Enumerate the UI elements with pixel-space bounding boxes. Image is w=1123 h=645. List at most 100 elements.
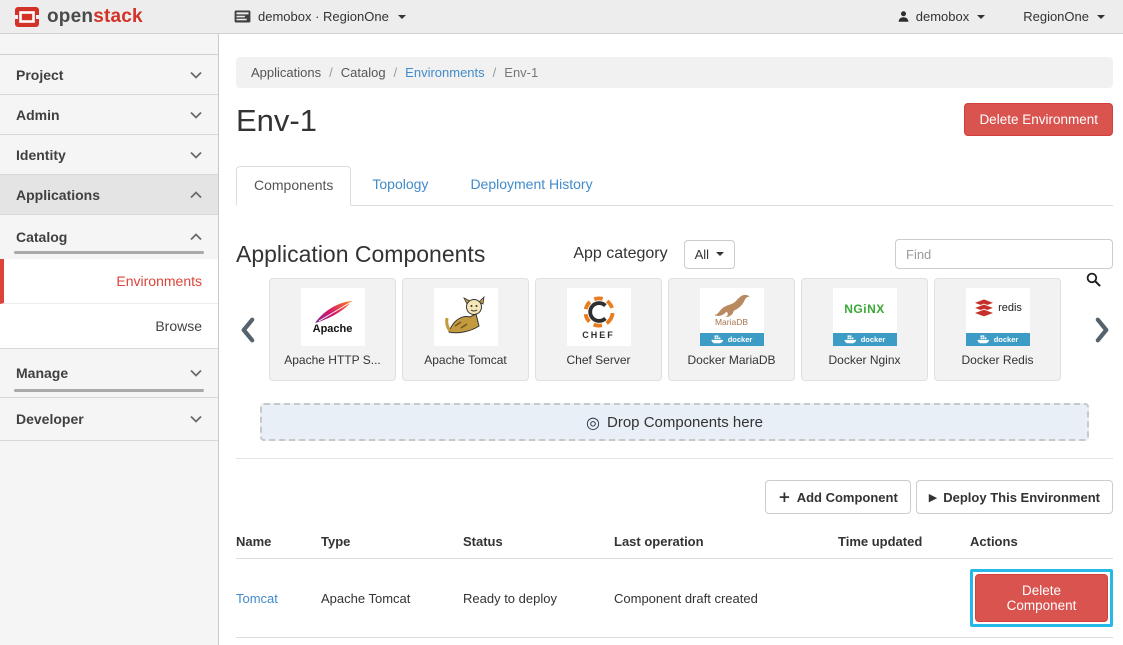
nginx-logo: NGiNX docker	[833, 288, 897, 346]
tab-topology[interactable]: Topology	[351, 166, 449, 205]
add-component-label: Add Component	[797, 490, 898, 505]
delete-environment-button[interactable]: Delete Environment	[964, 103, 1113, 136]
app-category-label: App category	[573, 245, 667, 263]
chevron-down-icon	[190, 151, 202, 159]
sidebar-item-label: Manage	[16, 365, 68, 381]
chef-logo: CHEF	[567, 288, 631, 346]
mariadb-wordmark: MariaDB	[715, 317, 748, 327]
table-row: Tomcat Apache Tomcat Ready to deploy Com…	[236, 559, 1113, 638]
component-tile-docker-redis[interactable]: redis docker Docker Redis	[934, 278, 1061, 381]
sidebar-item-label: Project	[16, 67, 63, 83]
column-header-actions: Actions	[970, 524, 1113, 559]
sidebar-item-label: Applications	[16, 187, 100, 203]
region-label: RegionOne	[1023, 9, 1089, 24]
search-icon[interactable]	[1086, 272, 1101, 287]
openstack-logo-icon	[14, 6, 40, 28]
sidebar-item-manage[interactable]: Manage	[0, 349, 218, 397]
domain-icon	[234, 10, 251, 23]
apache-wordmark: Apache	[313, 323, 353, 335]
deploy-label: Deploy This Environment	[943, 490, 1100, 505]
components-table: Name Type Status Last operation Time upd…	[236, 524, 1113, 638]
breadcrumb-environments-link[interactable]: Environments	[405, 65, 484, 80]
dropzone-label: Drop Components here	[607, 414, 763, 431]
section-heading: Application Components	[236, 241, 485, 268]
sidebar-item-identity[interactable]: Identity	[0, 135, 218, 175]
user-menu[interactable]: demobox	[897, 9, 985, 24]
carousel-prev-button[interactable]	[236, 316, 258, 344]
component-status: Ready to deploy	[463, 559, 614, 638]
context-label: demobox · RegionOne	[258, 9, 389, 24]
sidebar: Project Admin Identity Applications Cata…	[0, 34, 219, 645]
component-tile-apache-tomcat[interactable]: Apache Tomcat	[402, 278, 529, 381]
catalog-underline	[14, 251, 204, 254]
redis-wordmark: redis	[998, 302, 1022, 314]
drop-components-zone[interactable]: ◎ Drop Components here	[260, 403, 1089, 441]
navbar-right: demobox RegionOne	[897, 9, 1123, 24]
main-content: Applications / Catalog / Environments / …	[220, 34, 1123, 645]
chef-swirl-icon	[582, 295, 616, 329]
breadcrumb-separator: /	[493, 65, 497, 80]
sidebar-item-developer[interactable]: Developer	[0, 397, 218, 441]
column-header-name: Name	[236, 524, 321, 559]
highlight-box: Delete Component	[970, 569, 1113, 627]
redis-logo: redis docker	[966, 288, 1030, 346]
components-carousel: Apache Apache HTTP S...	[236, 278, 1113, 381]
tomcat-logo	[434, 288, 498, 346]
sidebar-item-catalog[interactable]: Catalog	[0, 215, 218, 259]
tab-components[interactable]: Components	[236, 166, 351, 206]
tile-label: Docker Redis	[935, 353, 1060, 367]
app-category-value: All	[695, 247, 709, 262]
caret-down-icon	[1097, 15, 1105, 19]
find-input[interactable]	[895, 239, 1113, 269]
carousel-next-button[interactable]	[1091, 316, 1113, 344]
component-tile-docker-mariadb[interactable]: MariaDB docker Docker MariaDB	[668, 278, 795, 381]
add-component-button[interactable]: + Add Component	[765, 480, 911, 514]
chevron-up-icon	[190, 191, 202, 199]
manage-underline	[14, 389, 204, 392]
docker-wordmark: docker	[728, 335, 753, 344]
find-wrap	[895, 239, 1113, 269]
section-divider	[236, 458, 1113, 459]
deploy-environment-button[interactable]: ▶ Deploy This Environment	[916, 480, 1113, 514]
docker-whale-icon	[844, 335, 858, 344]
tile-label: Apache Tomcat	[403, 353, 528, 367]
chevron-left-icon	[240, 316, 255, 344]
page-title: Env-1	[236, 103, 317, 139]
components-header-row: Application Components App category All	[236, 239, 1113, 269]
delete-component-button[interactable]: Delete Component	[975, 574, 1108, 622]
sidebar-item-environments[interactable]: Environments	[0, 259, 218, 304]
target-icon: ◎	[586, 413, 600, 432]
docker-wordmark: docker	[994, 335, 1019, 344]
component-tile-chef-server[interactable]: CHEF Chef Server	[535, 278, 662, 381]
user-label: demobox	[916, 9, 969, 24]
mariadb-logo: MariaDB docker	[700, 288, 764, 346]
openstack-logo[interactable]: openstack	[0, 6, 220, 28]
sidebar-item-project[interactable]: Project	[0, 55, 218, 95]
sidebar-item-admin[interactable]: Admin	[0, 95, 218, 135]
table-actions: + Add Component ▶ Deploy This Environmen…	[236, 480, 1113, 514]
top-navbar: openstack demobox · RegionOne demobox Re…	[0, 0, 1123, 34]
app-category-dropdown[interactable]: All	[684, 240, 735, 269]
tile-label: Docker Nginx	[802, 353, 927, 367]
docker-badge: docker	[833, 333, 897, 346]
context-switcher[interactable]: demobox · RegionOne	[234, 9, 406, 24]
region-menu[interactable]: RegionOne	[1023, 9, 1105, 24]
nginx-wordmark: NGiNX	[844, 302, 885, 316]
tab-bar: Components Topology Deployment History	[236, 166, 1113, 206]
tomcat-icon	[443, 296, 489, 338]
column-header-last-operation: Last operation	[614, 524, 838, 559]
column-header-status: Status	[463, 524, 614, 559]
table-header-row: Name Type Status Last operation Time upd…	[236, 524, 1113, 559]
component-tile-docker-nginx[interactable]: NGiNX docker Docker Nginx	[801, 278, 928, 381]
tile-label: Apache HTTP S...	[270, 353, 395, 367]
sidebar-item-applications[interactable]: Applications	[0, 175, 218, 215]
plus-icon: +	[778, 488, 791, 506]
sidebar-item-browse[interactable]: Browse	[0, 304, 218, 349]
apache-feather-icon	[312, 299, 354, 325]
component-name-link[interactable]: Tomcat	[236, 591, 278, 606]
component-type: Apache Tomcat	[321, 559, 463, 638]
component-time-updated	[838, 559, 970, 638]
component-tile-apache-http[interactable]: Apache Apache HTTP S...	[269, 278, 396, 381]
caret-down-icon	[398, 15, 406, 19]
tab-deployment-history[interactable]: Deployment History	[449, 166, 613, 205]
